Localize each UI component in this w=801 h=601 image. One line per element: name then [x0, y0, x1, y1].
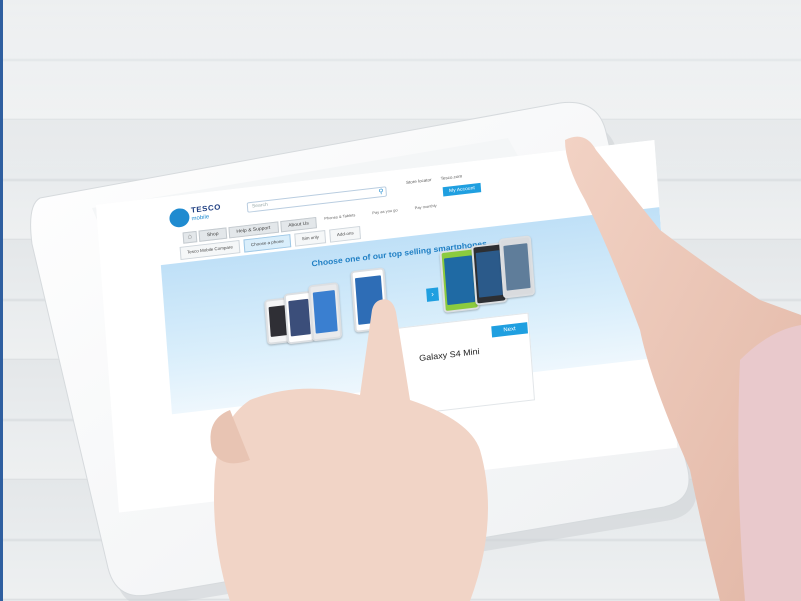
pink-sleeve	[738, 325, 801, 601]
left-hand-pointing	[214, 299, 488, 601]
hands	[210, 136, 801, 601]
tablet-device: TESCO mobile Search ⚲ Store locator Tesc…	[0, 0, 801, 601]
